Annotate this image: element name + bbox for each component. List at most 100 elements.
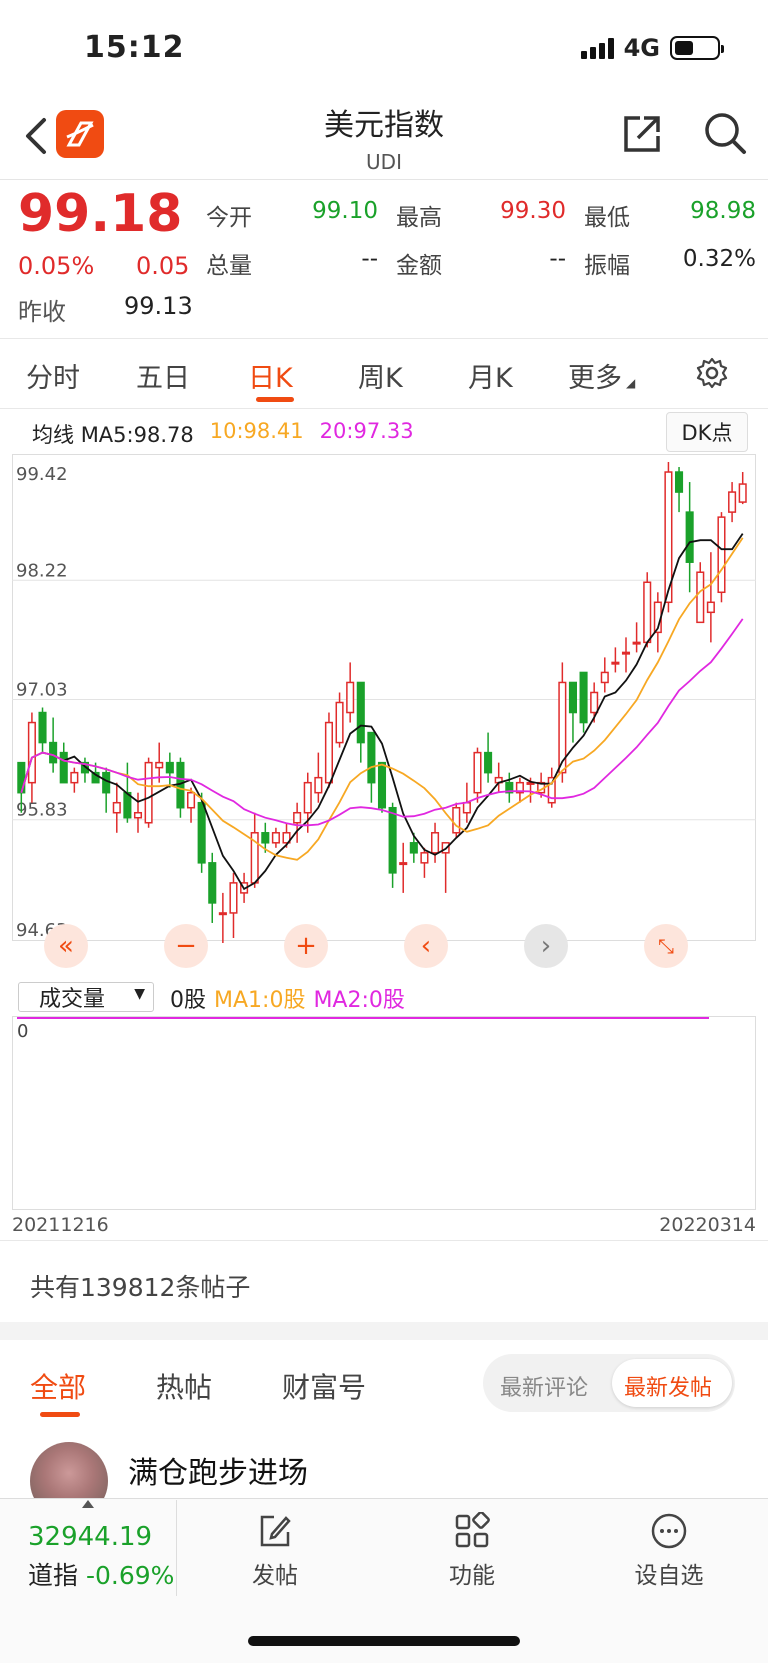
kline-svg: 99.4298.2297.0395.8394.63: [12, 454, 756, 944]
tab-all[interactable]: 全部: [30, 1366, 86, 1406]
index-change: -0.69%: [85, 1561, 175, 1590]
volume-legend: 0股 MA1:0股 MA2:0股: [170, 982, 405, 1014]
open-label: 今开: [206, 205, 252, 231]
ma-label: 均线 MA5:98.78: [32, 423, 194, 447]
candle-body: [70, 771, 79, 784]
current-price: 99.18: [18, 184, 183, 244]
post-username[interactable]: 满仓跑步进场: [128, 1448, 308, 1492]
sort-latest-post[interactable]: 最新发帖: [624, 1370, 712, 1402]
tab-five-day[interactable]: 五日: [136, 356, 190, 395]
tab-more-label: 更多: [568, 363, 622, 394]
candle-body: [346, 681, 355, 714]
candle-body: [590, 691, 599, 714]
tab-daily-k[interactable]: 日K: [248, 356, 293, 395]
date-end: 20220314: [659, 1214, 756, 1236]
index-line[interactable]: 道指 -0.69%: [28, 1556, 174, 1592]
tab-more[interactable]: 更多 ◢: [568, 356, 635, 395]
amount-label: 金额: [396, 253, 442, 279]
sort-latest-comment[interactable]: 最新评论: [500, 1370, 588, 1402]
candle-body: [452, 806, 461, 834]
candle-body: [473, 751, 482, 794]
tab-intraday[interactable]: 分时: [26, 356, 80, 395]
caret-icon: ◢: [626, 376, 636, 390]
tab-hot[interactable]: 热帖: [156, 1366, 212, 1406]
zoom-in-button[interactable]: +: [284, 924, 328, 968]
tab-weekly-k[interactable]: 周K: [358, 356, 403, 395]
nav-functions[interactable]: 功能: [417, 1512, 527, 1590]
nav-post[interactable]: 发帖: [220, 1512, 330, 1590]
candle-body: [377, 761, 387, 809]
volume-ma1: MA1:0股: [214, 988, 306, 1013]
dk-point-button[interactable]: DK点: [666, 412, 748, 452]
candle-body: [632, 641, 641, 645]
home-indicator: [248, 1636, 520, 1646]
high-label: 最高: [396, 205, 442, 231]
y-tick-label: 97.03: [16, 679, 68, 700]
candle-body: [218, 912, 227, 916]
candle-body: [621, 651, 631, 655]
nav-watchlist[interactable]: 设自选: [614, 1512, 724, 1590]
index-name: 道指: [28, 1561, 79, 1590]
dropdown-caret-icon: ▼: [134, 986, 145, 1002]
candle-body: [112, 801, 121, 814]
prev-close-value: 99.13: [124, 292, 193, 320]
candle-body: [579, 671, 588, 724]
scroll-right-button[interactable]: ›: [524, 924, 568, 968]
divider: [0, 1240, 768, 1241]
amount-value: --: [549, 246, 566, 272]
candle-body: [431, 832, 440, 854]
section-separator: [0, 1322, 768, 1340]
tab-monthly-k[interactable]: 月K: [468, 356, 513, 395]
divider: [176, 1500, 177, 1596]
high-value: 99.30: [500, 198, 566, 224]
share-icon[interactable]: [620, 112, 664, 156]
candle-body: [420, 852, 429, 864]
candle-body: [685, 511, 694, 563]
gear-icon[interactable]: [695, 356, 729, 390]
feed-tab-indicator: [40, 1412, 80, 1417]
nav-watchlist-label: 设自选: [634, 1563, 704, 1589]
candle-body: [59, 751, 68, 784]
nav-functions-label: 功能: [449, 1563, 495, 1589]
status-time: 15:12: [84, 30, 185, 65]
candle-body: [293, 811, 302, 824]
candle-body: [229, 882, 238, 914]
index-value[interactable]: 32944.19: [28, 1522, 152, 1552]
ma20-value: 20:97.33: [319, 419, 414, 443]
candle-body: [314, 776, 323, 794]
candle-body: [165, 761, 174, 774]
candle-body: [187, 791, 196, 809]
scroll-left-fast-button[interactable]: «: [44, 924, 88, 968]
change-value: 0.05: [136, 252, 190, 280]
tab-fortune[interactable]: 财富号: [282, 1366, 366, 1406]
amplitude-value: 0.32%: [682, 246, 756, 272]
ma10-value: 10:98.41: [209, 419, 304, 443]
expand-caret-icon[interactable]: [82, 1500, 94, 1508]
candle-body: [133, 811, 143, 819]
divider: [0, 338, 768, 339]
candle-body: [176, 761, 185, 809]
candle-body: [49, 741, 58, 764]
candle-body: [17, 761, 26, 794]
candle-body: [271, 832, 280, 844]
candle-body: [38, 711, 47, 744]
ma-legend: 均线 MA5:98.78 10:98.41 20:97.33: [32, 419, 414, 449]
y-tick-label: 99.42: [16, 464, 68, 485]
candle-body: [155, 761, 164, 769]
search-icon[interactable]: [702, 110, 748, 156]
candle-body: [335, 701, 344, 744]
indicator-select[interactable]: 成交量 ▼: [18, 982, 154, 1012]
candle-body: [484, 751, 493, 774]
volume-ma-line: [17, 1017, 709, 1019]
candle-body: [409, 842, 418, 854]
candle-body: [208, 862, 217, 904]
kline-chart[interactable]: 99.42 98.22 97.03 95.83 94.63 « − + ‹ › ⤡: [12, 454, 756, 974]
indicator-select-value: 成交量: [39, 987, 106, 1012]
zoom-out-button[interactable]: −: [164, 924, 208, 968]
candle-body: [600, 671, 609, 684]
fullscreen-icon[interactable]: ⤡: [644, 924, 688, 968]
candle-body: [27, 721, 36, 784]
edit-icon: [260, 1515, 291, 1547]
scroll-left-button[interactable]: ‹: [404, 924, 448, 968]
date-start: 20211216: [12, 1214, 109, 1236]
